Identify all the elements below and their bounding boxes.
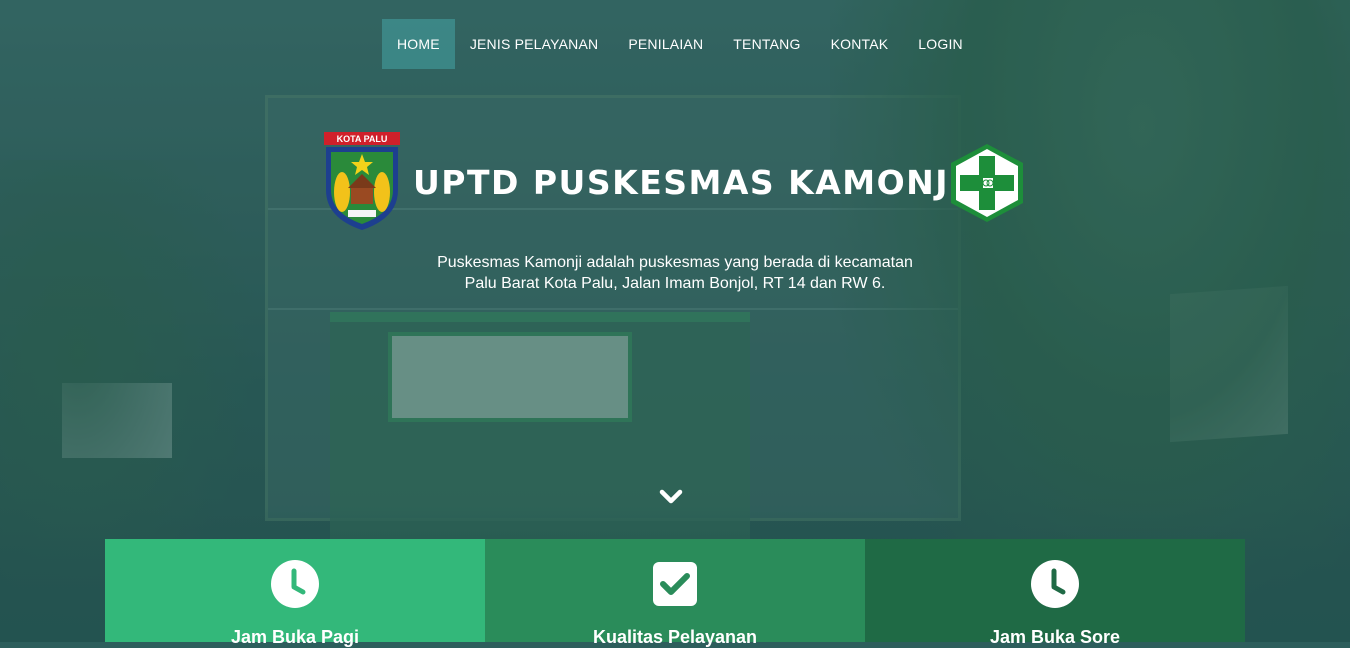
nav-item-kontak[interactable]: KONTAK [816,19,904,69]
feature-title: Jam Buka Pagi [230,627,360,647]
nav-item-login[interactable]: LOGIN [903,19,978,69]
feature-jam-buka-pagi[interactable]: Jam Buka Pagi [105,539,485,647]
feature-kualitas-pelayanan[interactable]: Kualitas Pelayanan [485,539,865,647]
nav-item-penilaian[interactable]: PENILAIAN [613,19,718,69]
main-nav: HOME JENIS PELAYANAN PENILAIAN TENTANG K… [382,19,978,69]
hero-description-line-2: Palu Barat Kota Palu, Jalan Imam Bonjol,… [464,275,886,292]
nav-item-jenis-pelayanan[interactable]: JENIS PELAYANAN [455,19,614,69]
svg-text:KOTA PALU: KOTA PALU [337,134,388,144]
hero-description: Puskesmas Kamonji adalah puskesmas yang … [370,252,980,294]
chevron-down-icon[interactable] [657,483,685,511]
feature-title: Jam Buka Sore [989,627,1121,647]
nav-item-home[interactable]: HOME [382,19,455,69]
feature-boxes: Jam Buka Pagi Kualitas Pelayanan Jam Buk… [105,539,1245,647]
nav-item-tentang[interactable]: TENTANG [718,19,815,69]
clock-icon [1031,560,1079,608]
checkbox-icon [653,562,697,606]
hero-description-line-1: Puskesmas Kamonji adalah puskesmas yang … [437,254,913,271]
puskesmas-logo [951,144,1023,222]
hero-title: UPTD PUSKESMAS KAMONJI [413,163,963,202]
feature-jam-buka-sore[interactable]: Jam Buka Sore [865,539,1245,647]
feature-title: Kualitas Pelayanan [592,627,758,647]
clock-icon [271,560,319,608]
kota-palu-logo: KOTA PALU [324,132,400,230]
